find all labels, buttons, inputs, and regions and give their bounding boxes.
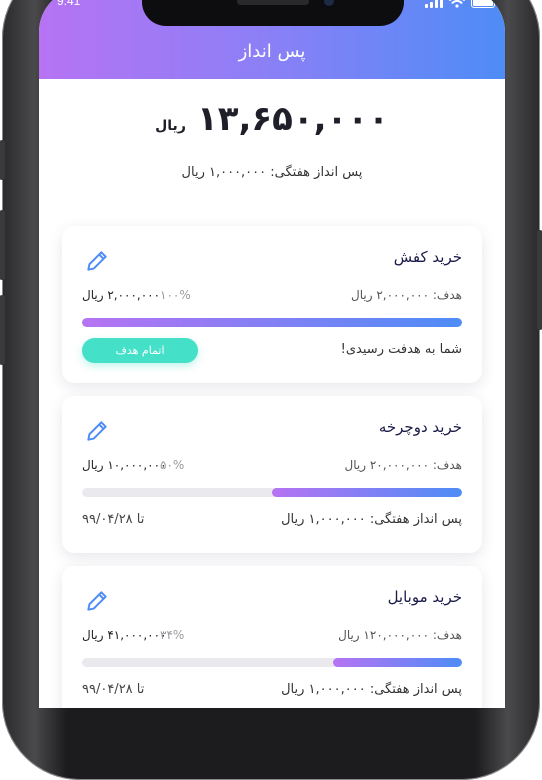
goal-target: هدف: ۲۰,۰۰۰,۰۰۰ ریال bbox=[345, 458, 462, 472]
savings-content: ۱۳,۶۵۰,۰۰۰ ریال پس انداز هفتگی: ۱,۰۰۰,۰۰… bbox=[39, 79, 505, 708]
goal-weekly-value: ۱,۰۰۰,۰۰۰ ریال bbox=[281, 512, 366, 527]
goal-card[interactable]: خرید موبایل هدف: ۱۲۰,۰۰۰,۰۰۰ ریال ۳۴% ۴۱… bbox=[62, 566, 482, 708]
total-savings: ۱۳,۶۵۰,۰۰۰ ریال bbox=[39, 99, 505, 139]
progress-fill bbox=[272, 488, 462, 497]
goal-target-value: ۲,۰۰۰,۰۰۰ ریال bbox=[350, 288, 430, 302]
status-time: 9:41 bbox=[57, 0, 81, 8]
goal-title: خرید موبایل bbox=[387, 588, 462, 606]
goal-target-value: ۲۰,۰۰۰,۰۰۰ ریال bbox=[344, 458, 430, 472]
phone-notch bbox=[142, 0, 404, 26]
app-screen: 9:41 پس انداز ۱۳,۶۵۰,۰۰۰ ریال پس انداز ه… bbox=[39, 0, 505, 708]
goal-weekly-label: پس انداز هفتگی: bbox=[369, 682, 462, 697]
goal-reached-message: شما به هدفت رسیدی! bbox=[340, 342, 462, 357]
power-button bbox=[537, 230, 542, 330]
goal-target-label: هدف: bbox=[432, 628, 462, 642]
wifi-icon bbox=[449, 0, 465, 8]
pencil-icon[interactable] bbox=[84, 248, 110, 274]
volume-down-button bbox=[0, 295, 5, 365]
page-title: پس انداز bbox=[238, 41, 306, 62]
goal-info-row: هدف: ۱۲۰,۰۰۰,۰۰۰ ریال ۳۴% ۴۱,۰۰۰,۰۰۰ ریا… bbox=[82, 628, 462, 646]
phone-frame: 9:41 پس انداز ۱۳,۶۵۰,۰۰۰ ریال پس انداز ه… bbox=[0, 0, 542, 780]
front-camera bbox=[321, 0, 337, 9]
goal-saved-amount: ۲,۰۰۰,۰۰۰ ریال bbox=[82, 288, 161, 302]
weekly-savings: پس انداز هفتگی: ۱,۰۰۰,۰۰۰ ریال bbox=[39, 165, 505, 180]
goal-target-value: ۱۲۰,۰۰۰,۰۰۰ ریال bbox=[338, 628, 430, 642]
speaker-grille bbox=[237, 0, 309, 5]
mute-switch bbox=[0, 140, 5, 180]
goal-deadline: تا ۹۹/۰۴/۲۸ bbox=[82, 512, 145, 527]
progress-bar bbox=[82, 318, 462, 327]
status-icons bbox=[425, 0, 495, 8]
signal-icon bbox=[425, 0, 443, 8]
battery-icon bbox=[471, 0, 495, 8]
goal-saved-amount: ۱۰,۰۰۰,۰۰۰ ریال bbox=[82, 458, 167, 472]
goal-target-label: هدف: bbox=[432, 458, 462, 472]
total-currency: ریال bbox=[155, 118, 186, 134]
goal-saved-amount: ۴۱,۰۰۰,۰۰۰ ریال bbox=[82, 628, 167, 642]
app-header: 9:41 پس انداز bbox=[39, 0, 505, 79]
weekly-savings-value: ۱,۰۰۰,۰۰۰ ریال bbox=[181, 165, 267, 180]
goal-status-row: پس انداز هفتگی: ۱,۰۰۰,۰۰۰ ریال تا ۹۹/۰۴/… bbox=[82, 682, 462, 702]
pencil-icon[interactable] bbox=[84, 418, 110, 444]
goal-target: هدف: ۲,۰۰۰,۰۰۰ ریال bbox=[351, 288, 462, 302]
total-amount: ۱۳,۶۵۰,۰۰۰ bbox=[196, 99, 389, 139]
goal-weekly: پس انداز هفتگی: ۱,۰۰۰,۰۰۰ ریال bbox=[281, 512, 462, 527]
pencil-icon[interactable] bbox=[84, 588, 110, 614]
progress-bar bbox=[82, 488, 462, 497]
volume-up-button bbox=[0, 210, 5, 280]
goal-weekly-label: پس انداز هفتگی: bbox=[369, 512, 462, 527]
goal-info-row: هدف: ۲۰,۰۰۰,۰۰۰ ریال ۵۰% ۱۰,۰۰۰,۰۰۰ ریال bbox=[82, 458, 462, 476]
goal-title: خرید کفش bbox=[393, 248, 462, 266]
goal-info-row: هدف: ۲,۰۰۰,۰۰۰ ریال ۱۰۰% ۲,۰۰۰,۰۰۰ ریال bbox=[82, 288, 462, 306]
goal-weekly: پس انداز هفتگی: ۱,۰۰۰,۰۰۰ ریال bbox=[281, 682, 462, 697]
goal-target-label: هدف: bbox=[432, 288, 462, 302]
goal-target: هدف: ۱۲۰,۰۰۰,۰۰۰ ریال bbox=[338, 628, 462, 642]
goal-title: خرید دوچرخه bbox=[378, 418, 462, 436]
weekly-savings-label: پس انداز هفتگی: bbox=[270, 165, 363, 180]
goal-status-row: پس انداز هفتگی: ۱,۰۰۰,۰۰۰ ریال تا ۹۹/۰۴/… bbox=[82, 512, 462, 532]
progress-fill bbox=[82, 318, 462, 327]
goal-card[interactable]: خرید دوچرخه هدف: ۲۰,۰۰۰,۰۰۰ ریال ۵۰% ۱۰,… bbox=[62, 396, 482, 553]
finish-goal-button[interactable]: اتمام هدف bbox=[82, 338, 198, 363]
goal-deadline: تا ۹۹/۰۴/۲۸ bbox=[82, 682, 145, 697]
progress-fill bbox=[332, 658, 462, 667]
goal-percent: ۱۰۰% bbox=[160, 288, 191, 302]
goal-weekly-value: ۱,۰۰۰,۰۰۰ ریال bbox=[281, 682, 366, 697]
progress-bar bbox=[82, 658, 462, 667]
goal-card[interactable]: خرید کفش هدف: ۲,۰۰۰,۰۰۰ ریال ۱۰۰% ۲,۰۰۰,… bbox=[62, 226, 482, 383]
